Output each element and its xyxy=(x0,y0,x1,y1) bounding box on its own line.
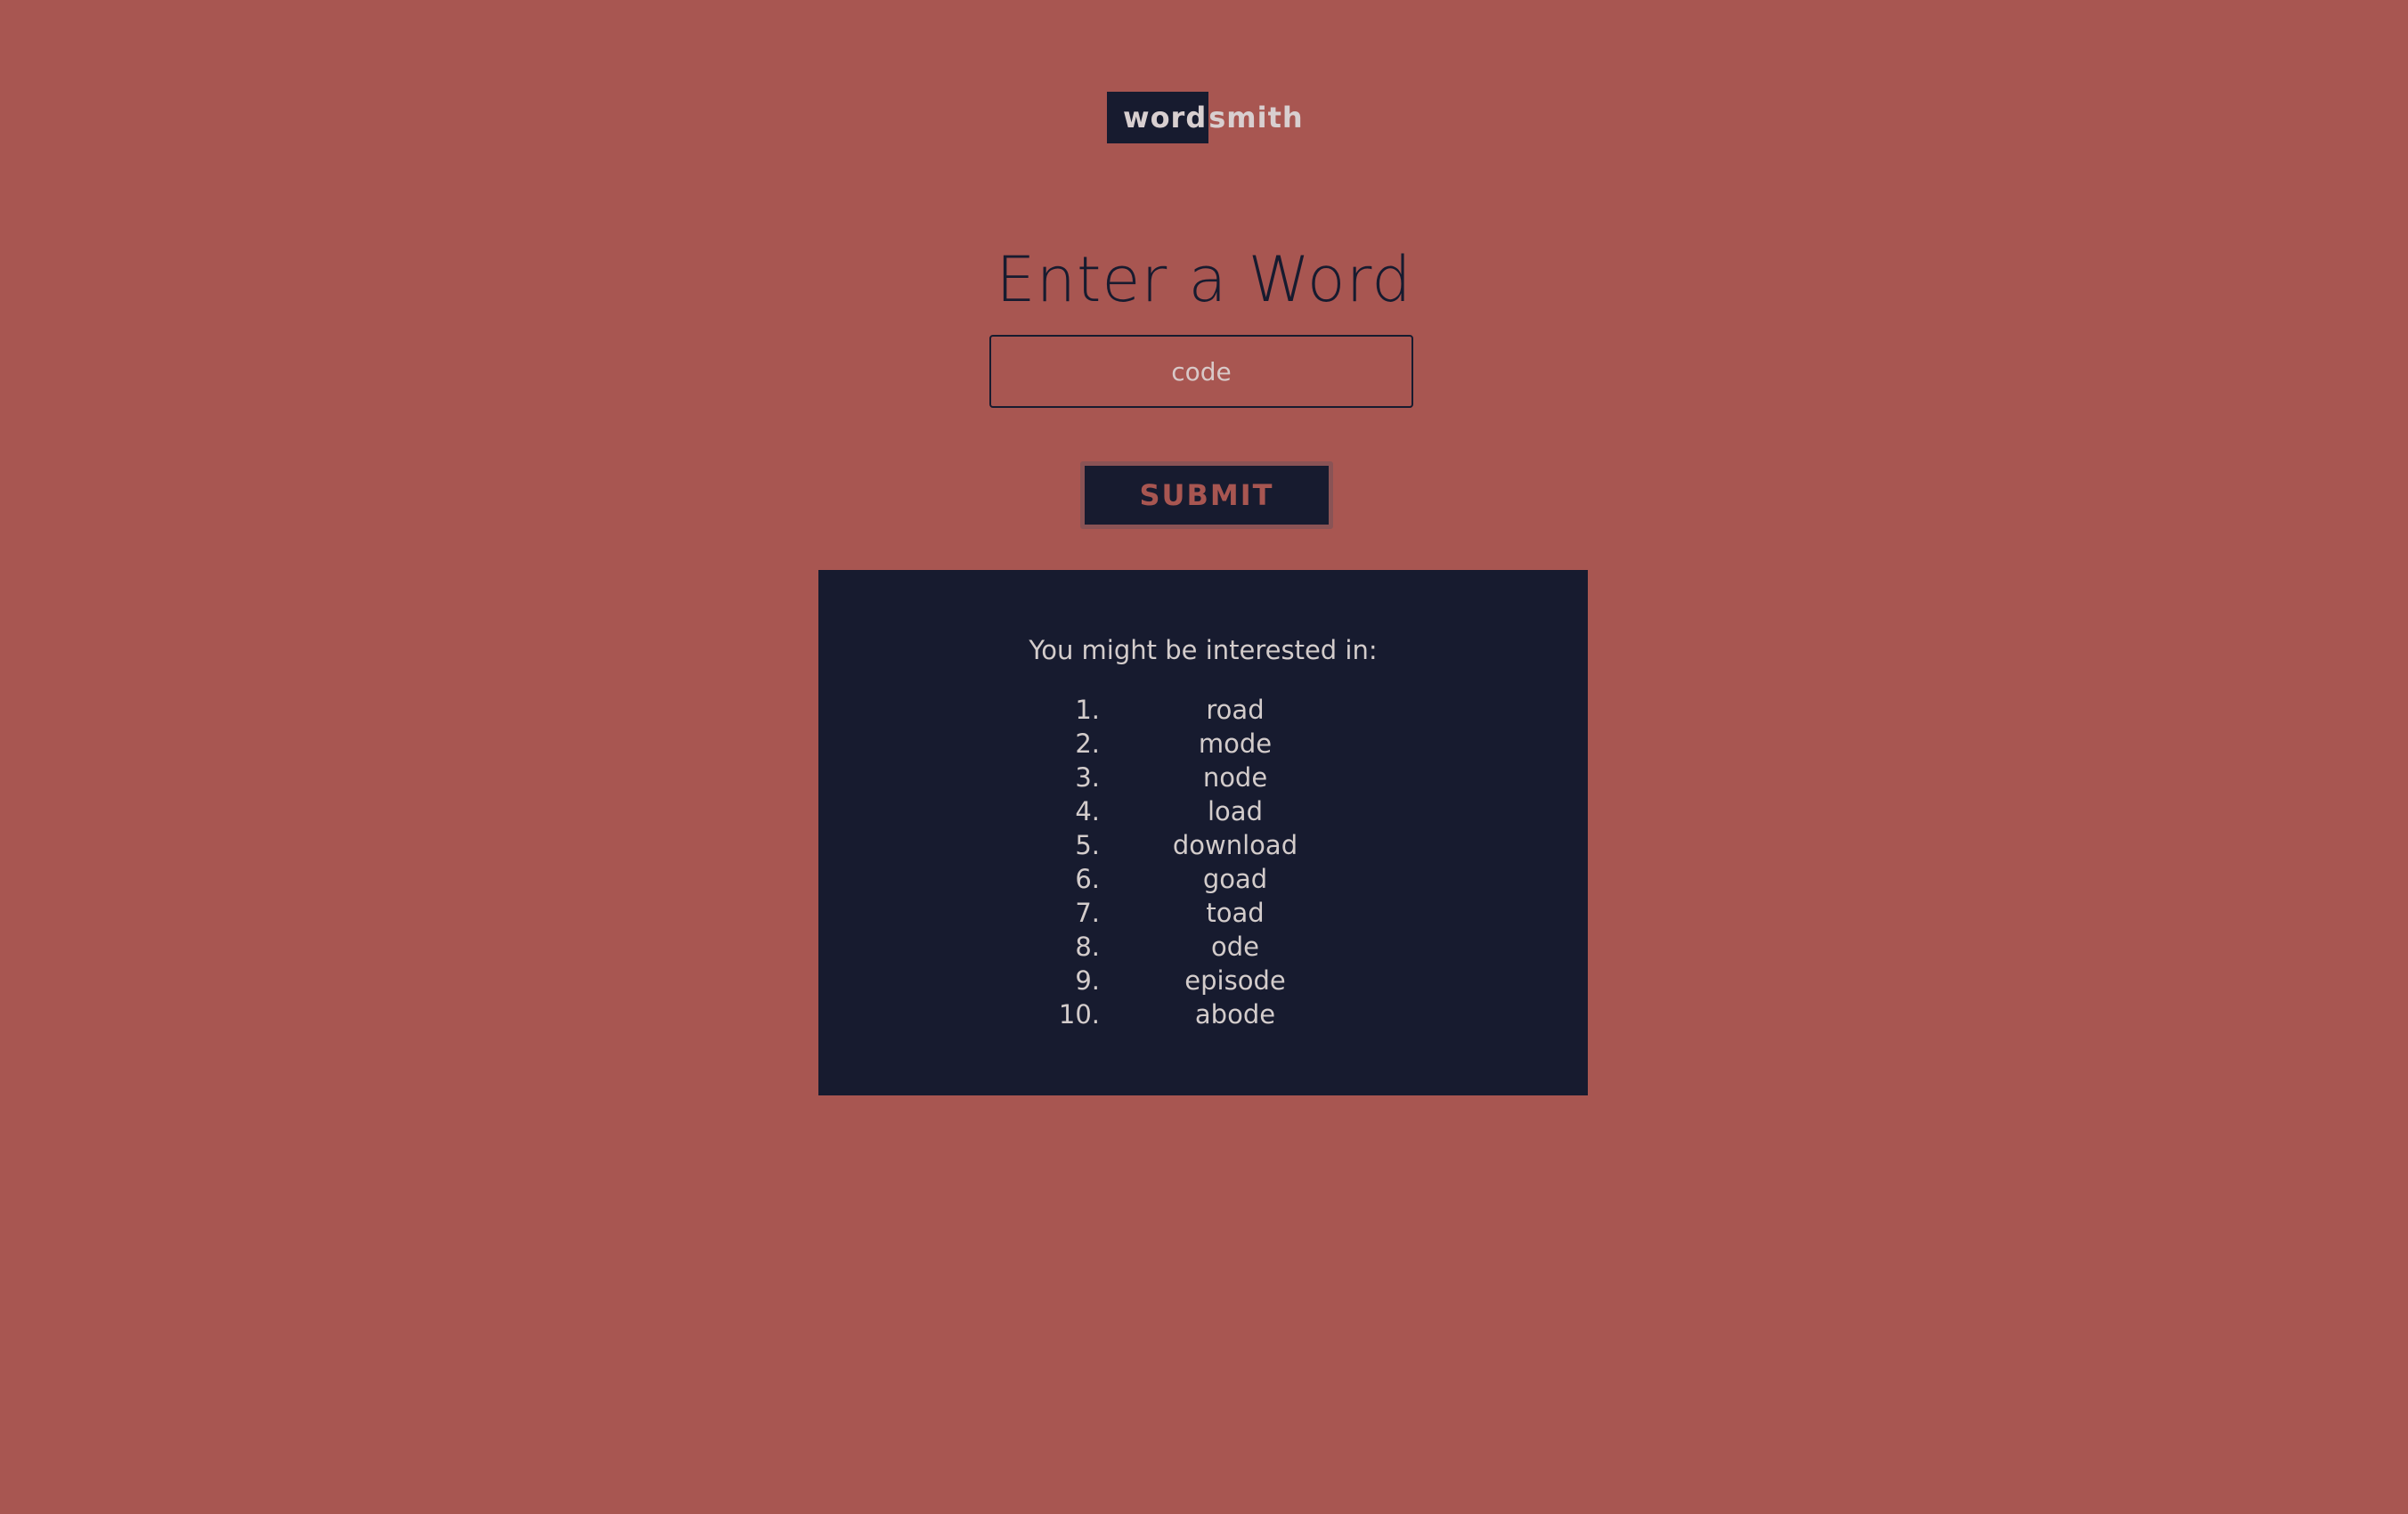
list-item-word: toad xyxy=(1206,898,1265,928)
list-item: 1. road xyxy=(1023,693,1379,727)
list-item-word: node xyxy=(1202,762,1268,793)
logo-smith-part: smith xyxy=(1208,101,1304,134)
list-item: 3. node xyxy=(1023,761,1379,794)
list-item-word: ode xyxy=(1211,932,1259,962)
list-item: 2. mode xyxy=(1023,727,1379,761)
list-item: 8. ode xyxy=(1023,930,1379,964)
logo-word-part: word xyxy=(1107,92,1209,143)
list-item-word: goad xyxy=(1202,864,1268,894)
list-item: 6. goad xyxy=(1023,862,1379,896)
list-item-number: 1. xyxy=(1075,695,1100,725)
list-item-number: 4. xyxy=(1075,796,1100,826)
page: wordsmith Enter a Word SUBMIT You might … xyxy=(0,0,2408,1514)
list-item: 9. episode xyxy=(1023,964,1379,997)
submit-button-frame: SUBMIT xyxy=(1080,461,1333,529)
list-item-number: 10. xyxy=(1058,999,1100,1030)
list-item-number: 3. xyxy=(1075,762,1100,793)
list-item-word: road xyxy=(1206,695,1265,725)
word-input[interactable] xyxy=(989,335,1413,408)
list-item-word: abode xyxy=(1194,999,1276,1030)
list-item-word: episode xyxy=(1184,965,1286,996)
list-item: 7. toad xyxy=(1023,896,1379,930)
list-item-word: load xyxy=(1208,796,1263,826)
results-panel: You might be interested in: 1. road 2. mod… xyxy=(818,570,1588,1095)
list-item: 10. abode xyxy=(1023,997,1379,1031)
list-item-number: 5. xyxy=(1075,830,1100,860)
results-title: You might be interested in: xyxy=(1029,635,1378,665)
wordsmith-logo[interactable]: word smith xyxy=(1107,92,1304,143)
list-item-number: 6. xyxy=(1075,864,1100,894)
results-list: 1. road 2. mode 3. node 4. load 5. download 6… xyxy=(1023,693,1379,1031)
list-item: 4. load xyxy=(1023,794,1379,828)
list-item-word: mode xyxy=(1198,729,1273,759)
list-item-number: 2. xyxy=(1075,729,1100,759)
list-item-number: 8. xyxy=(1075,932,1100,962)
list-item-number: 9. xyxy=(1075,965,1100,996)
page-title: Enter a Word xyxy=(996,243,1412,316)
list-item-word: download xyxy=(1172,830,1298,860)
list-item: 5. download xyxy=(1023,828,1379,862)
submit-button[interactable]: SUBMIT xyxy=(1085,466,1329,525)
list-item-number: 7. xyxy=(1075,898,1100,928)
